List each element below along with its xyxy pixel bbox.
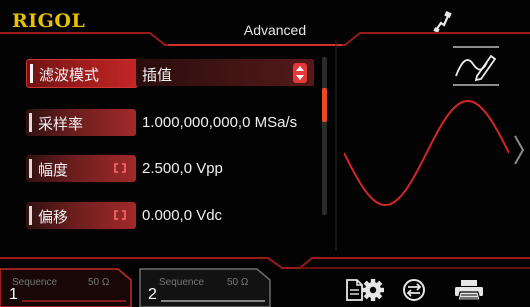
link-icon[interactable] xyxy=(113,162,127,174)
offset-value: 0.000,0 Vdc xyxy=(142,207,223,224)
param-label-text: 偏移 xyxy=(38,208,69,226)
channel-number: 1 xyxy=(9,286,18,303)
row-indicator xyxy=(30,64,33,83)
filter-mode-value: 插值 xyxy=(142,67,173,84)
settings-gear-icon[interactable] xyxy=(360,278,386,302)
param-label-text: 采样率 xyxy=(38,115,84,133)
edit-waveform-icon[interactable] xyxy=(453,46,499,86)
channel-impedance: 50 Ω xyxy=(227,277,249,288)
spinner-icon[interactable] xyxy=(293,63,307,83)
param-label-text: 幅度 xyxy=(38,161,69,179)
page-title: Advanced xyxy=(243,22,307,38)
waveform-preview xyxy=(344,99,509,207)
brand-logo: RIGOL xyxy=(12,10,86,32)
sync-icon[interactable] xyxy=(400,278,428,302)
sample-rate-value: 1.000,000,000,0 MSa/s xyxy=(142,114,298,131)
amplitude-value: 2.500,0 Vpp xyxy=(142,160,223,177)
printer-icon[interactable] xyxy=(452,278,486,302)
param-label-text: 滤波模式 xyxy=(39,66,100,84)
channel-1-tab[interactable]: 1 Sequence 50 Ω xyxy=(0,268,132,307)
link-icon[interactable] xyxy=(113,209,127,221)
channel-2-tab[interactable]: 2 Sequence 50 Ω xyxy=(139,268,271,307)
param-label-amplitude[interactable]: 幅度 xyxy=(26,155,136,182)
awg-screen: RIGOL Advanced 滤波模式 插值 采样率 1.000,000,000… xyxy=(0,0,530,307)
channel-impedance: 50 Ω xyxy=(88,277,110,288)
amplitude-field[interactable]: 2.500,0 Vpp xyxy=(136,155,314,182)
row-indicator xyxy=(29,159,32,178)
chevron-right-icon[interactable] xyxy=(512,134,526,166)
param-label-sample-rate[interactable]: 采样率 xyxy=(26,109,136,136)
usb-connect-icon[interactable] xyxy=(432,10,452,32)
sample-rate-field[interactable]: 1.000,000,000,0 MSa/s xyxy=(136,109,314,136)
param-label-offset[interactable]: 偏移 xyxy=(26,202,136,229)
channel-mode: Sequence xyxy=(12,277,58,288)
offset-field[interactable]: 0.000,0 Vdc xyxy=(136,202,314,229)
channel-mode: Sequence xyxy=(159,277,205,288)
scrollbar-thumb[interactable] xyxy=(322,88,327,122)
channel-number: 2 xyxy=(148,286,157,303)
row-indicator xyxy=(29,206,32,225)
row-indicator xyxy=(29,113,32,132)
scrollbar-track[interactable] xyxy=(322,57,327,215)
filter-mode-select[interactable]: 插值 xyxy=(136,59,314,86)
param-label-filter-mode[interactable]: 滤波模式 xyxy=(26,59,138,88)
